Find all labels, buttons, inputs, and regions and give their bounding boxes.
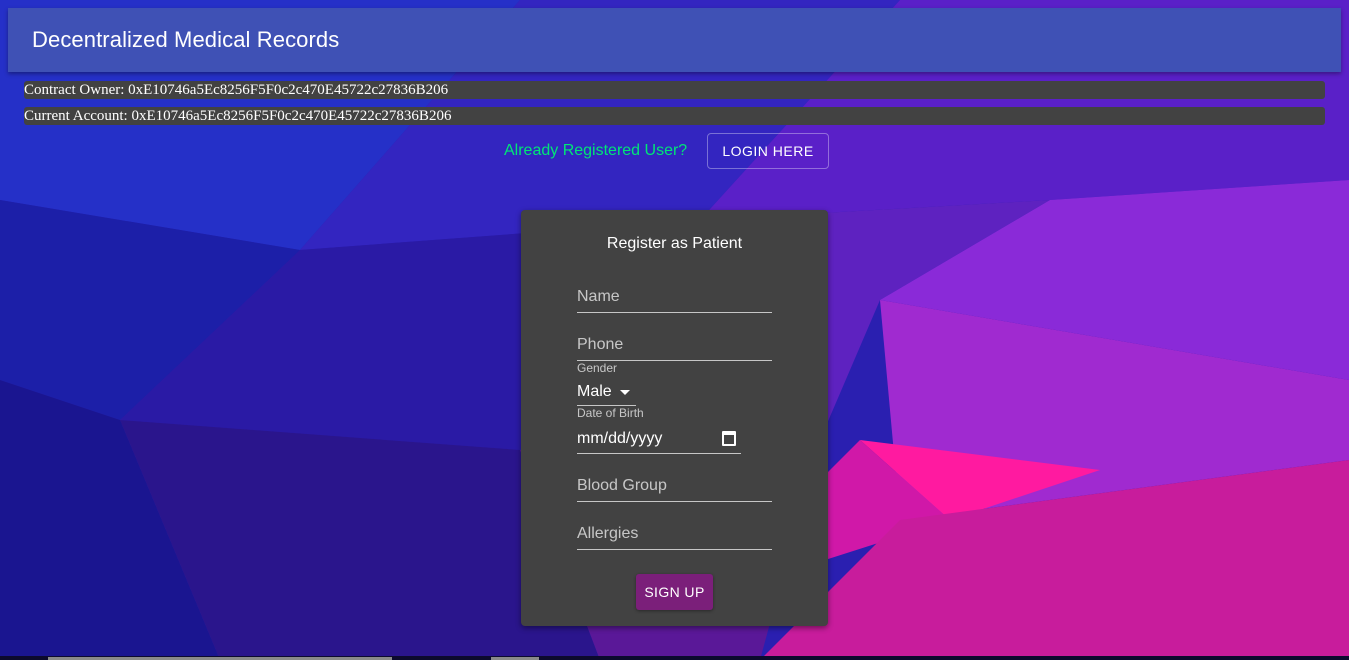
gender-select[interactable]: Male	[577, 378, 636, 406]
login-row: Already Registered User? LOGIN HERE	[0, 133, 1349, 169]
app-bar: Decentralized Medical Records	[8, 8, 1341, 72]
dob-label: Date of Birth	[577, 406, 644, 420]
gender-label: Gender	[577, 361, 618, 375]
dob-placeholder: mm/dd/yyyy	[577, 429, 663, 447]
current-account-bar: Current Account: 0xE10746a5Ec8256F5F0c2c…	[24, 107, 1325, 125]
app-title: Decentralized Medical Records	[32, 27, 340, 52]
login-here-button[interactable]: LOGIN HERE	[707, 133, 829, 169]
name-field[interactable]	[577, 282, 772, 313]
already-registered-text: Already Registered User?	[504, 142, 688, 159]
allergies-field[interactable]	[577, 519, 772, 550]
form-title: Register as Patient	[606, 235, 743, 252]
phone-input[interactable]	[577, 330, 772, 360]
allergies-input[interactable]	[577, 519, 772, 549]
calendar-icon[interactable]	[722, 431, 736, 446]
blood-group-input[interactable]	[577, 471, 772, 501]
blood-group-field[interactable]	[577, 471, 772, 502]
sign-up-button[interactable]: SIGN UP	[636, 574, 713, 610]
name-input[interactable]	[577, 282, 772, 312]
gender-value: Male	[577, 382, 612, 400]
register-patient-card: Register as Patient Gender Male Date of …	[521, 210, 828, 626]
chevron-down-icon	[619, 390, 630, 395]
phone-field[interactable]	[577, 330, 772, 361]
contract-owner-bar: Contract Owner: 0xE10746a5Ec8256F5F0c2c4…	[24, 81, 1325, 99]
date-of-birth-field[interactable]: mm/dd/yyyy	[577, 424, 741, 454]
